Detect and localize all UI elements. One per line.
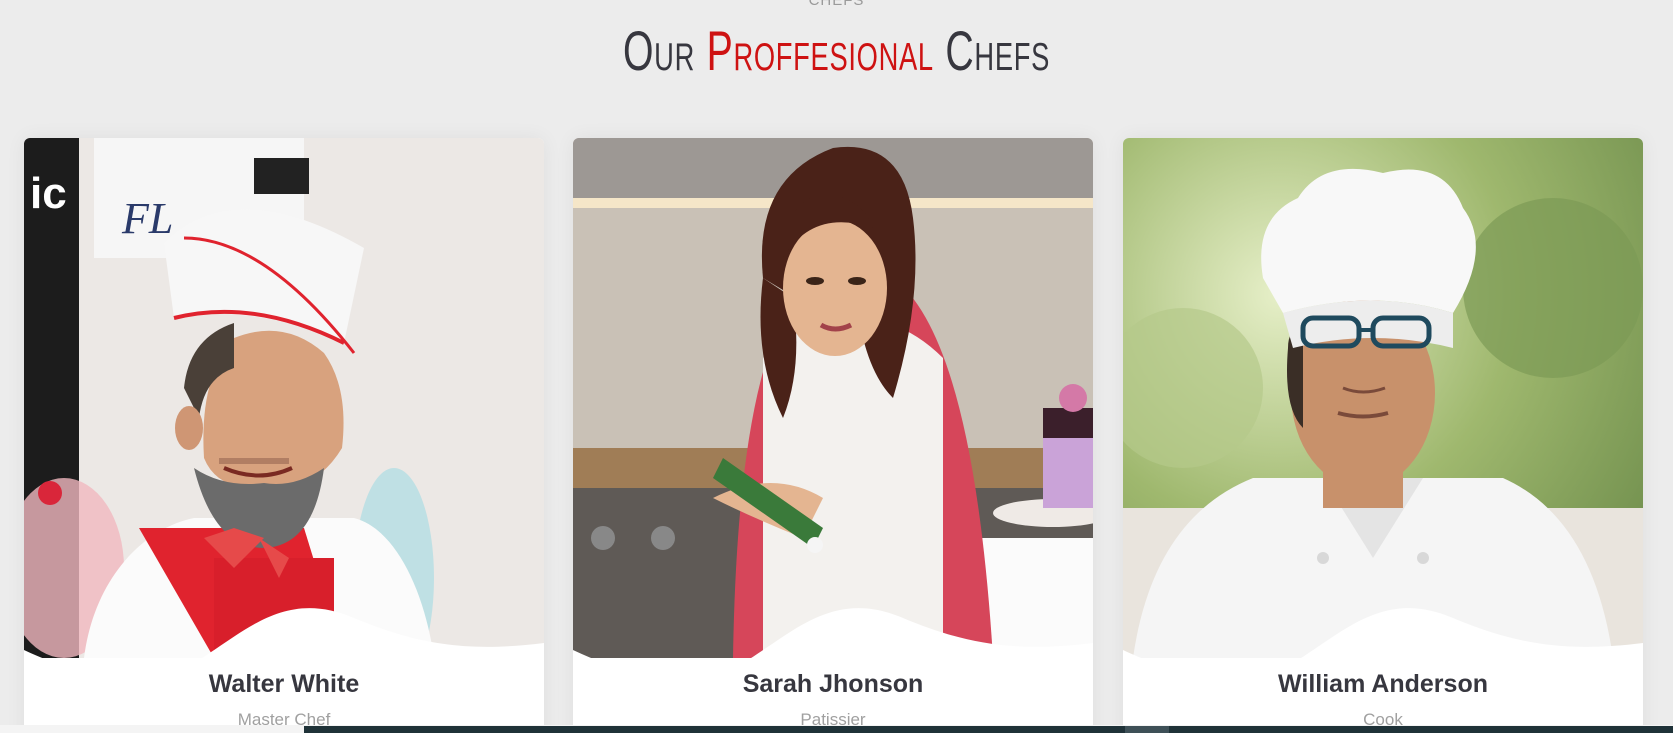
- svg-text:ic: ic: [30, 169, 67, 218]
- horizontal-scrollbar[interactable]: [0, 725, 1673, 733]
- section-title: Our Proffesional Chefs: [251, 18, 1422, 83]
- chef-name: Walter White: [208, 670, 360, 698]
- scrollbar-thumb[interactable]: [1125, 726, 1169, 733]
- chef-name: Sarah Jhonson: [742, 670, 924, 698]
- chef-card-sarah-jhonson[interactable]: Sarah Jhonson Patissier: [573, 138, 1093, 733]
- title-text-start: Our: [622, 19, 707, 82]
- chefs-section: CHEFS Our Proffesional Chefs ic FL Walte…: [0, 0, 1673, 733]
- chef-card-william-anderson[interactable]: William Anderson Cook: [1123, 138, 1643, 733]
- title-text-end: Chefs: [933, 19, 1051, 82]
- chef-card-walter-white[interactable]: ic FL Walter White Master Chef: [24, 138, 544, 733]
- svg-text:FL: FL: [121, 194, 173, 243]
- chef-name: William Anderson: [1278, 670, 1488, 698]
- title-accent: Proffesional: [706, 19, 934, 82]
- scrollbar-track[interactable]: [304, 726, 1673, 733]
- section-subtitle: CHEFS: [808, 0, 865, 9]
